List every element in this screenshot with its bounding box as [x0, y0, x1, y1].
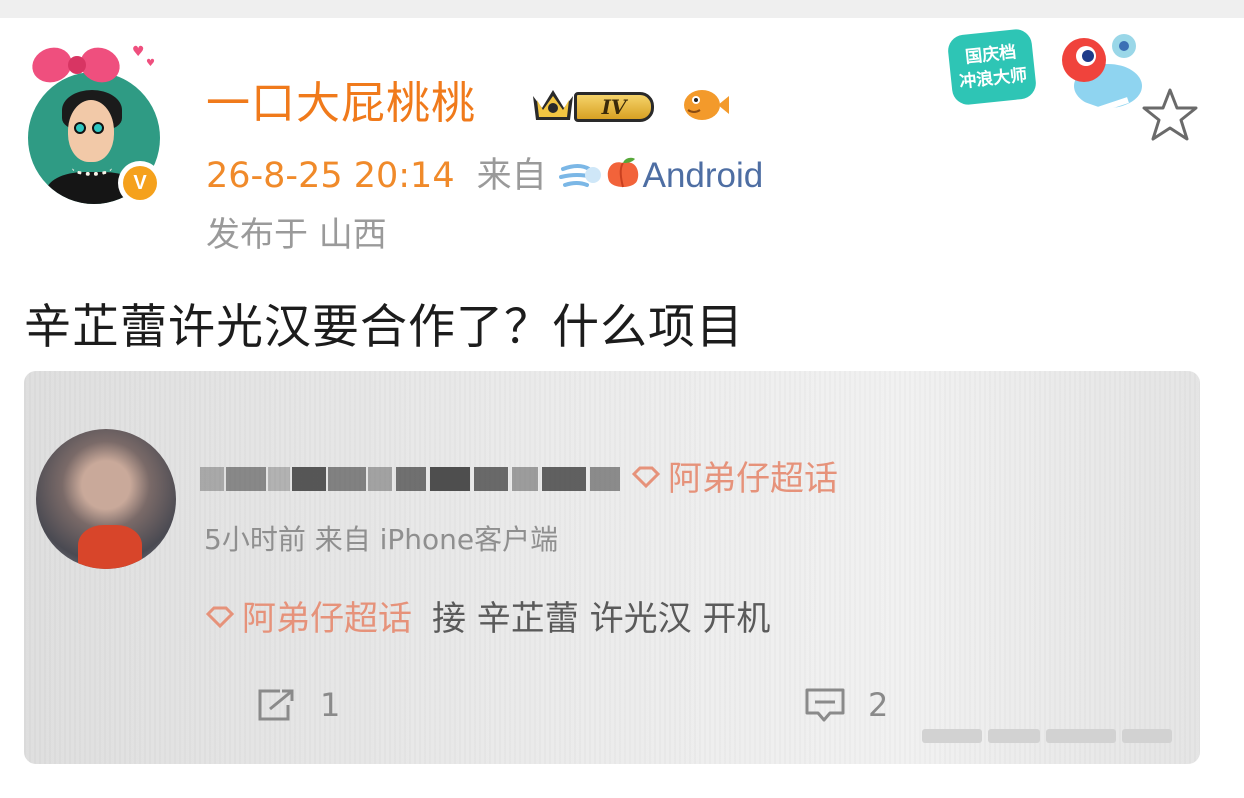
embedded-body-text: 接 辛芷蕾 许光汉 开机	[432, 599, 771, 639]
comment-icon	[805, 688, 845, 722]
diamond-icon	[631, 466, 661, 488]
embedded-avatar	[36, 429, 176, 569]
wind-icon	[558, 164, 601, 187]
source-device-link[interactable]: Android	[643, 156, 764, 195]
avatar-eye-left	[74, 122, 86, 134]
event-badge-label: 国庆档 冲浪大师	[946, 27, 1038, 107]
crown-icon	[533, 90, 573, 120]
verified-v-icon: V	[118, 161, 162, 205]
diamond-icon	[205, 606, 235, 628]
embedded-repost-count: 1	[320, 686, 341, 724]
embedded-topic-tag: 阿弟仔超话	[630, 457, 838, 501]
post-meta: 26-8-25 20:14 来自 Android	[206, 152, 763, 200]
embedded-body-tag-label: 阿弟仔超话	[242, 599, 412, 639]
post-text: 辛芷蕾许光汉要合作了？什么项目	[24, 300, 744, 355]
photo-texture	[24, 371, 1200, 764]
avatar-necklace	[72, 160, 112, 176]
username[interactable]: 一口大屁桃桃	[206, 76, 476, 132]
source-prefix: 来自	[476, 156, 547, 196]
avatar-bow-icon	[27, 42, 125, 88]
watermark-blur	[912, 713, 1182, 757]
level-label: IV	[574, 92, 654, 122]
event-badge[interactable]: 国庆档 冲浪大师	[942, 22, 1152, 122]
embedded-topic-tag-label: 阿弟仔超话	[668, 459, 838, 499]
mascot-icon	[1057, 34, 1142, 114]
embedded-comment: 2	[804, 685, 888, 725]
pufferfish-icon	[684, 90, 729, 120]
mosaic-redacted-username	[200, 437, 630, 497]
repost-icon	[258, 689, 294, 721]
peach-icon	[607, 157, 638, 188]
embedded-avatar-shirt	[78, 525, 142, 569]
embedded-comment-count: 2	[868, 686, 889, 724]
star-outline-icon[interactable]	[1140, 86, 1200, 144]
avatar-eye-right	[92, 122, 104, 134]
embedded-post-body: 阿弟仔超话接 辛芷蕾 许光汉 开机	[204, 597, 770, 641]
heart-small-icon: ♥	[146, 58, 155, 69]
post-image[interactable]: 阿弟仔超话 5小时前 来自 iPhone客户端 阿弟仔超话接 辛芷蕾 许光汉 开…	[24, 371, 1200, 764]
member-level-badge[interactable]: IV	[530, 82, 670, 128]
embedded-post-meta: 5小时前 来自 iPhone客户端	[204, 523, 559, 556]
embedded-repost: 1	[256, 685, 340, 725]
top-status-strip	[0, 0, 1244, 18]
heart-icon: ♥	[132, 44, 145, 60]
post-location: 发布于 山西	[206, 215, 387, 255]
post-timestamp: 26-8-25 20:14	[206, 156, 455, 196]
